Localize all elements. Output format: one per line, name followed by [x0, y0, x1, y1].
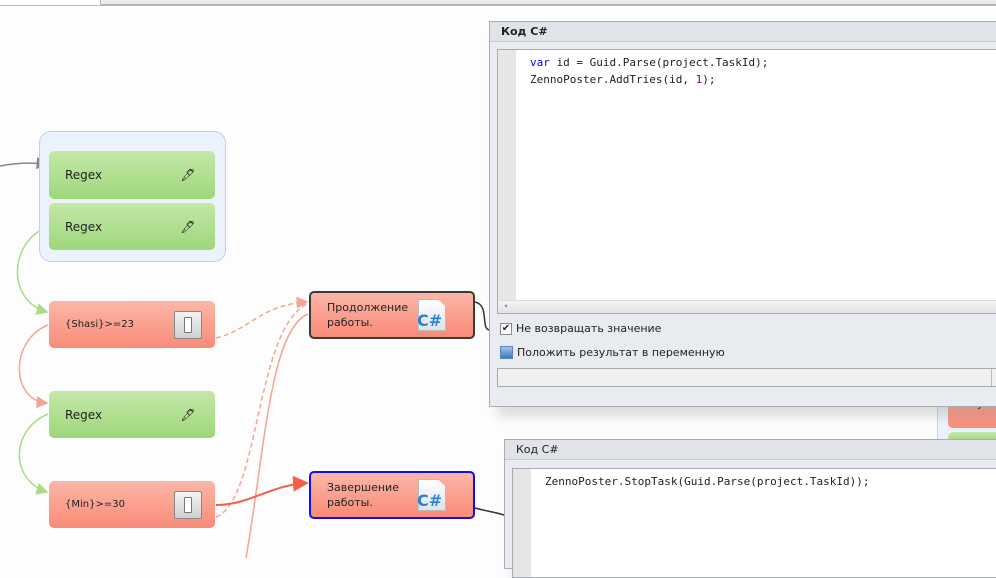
csharp-node-continue[interactable]: Продолжение работы. C#: [309, 291, 475, 339]
connection-shasi-continue: [215, 296, 309, 339]
dialog-title: Код C#: [490, 22, 996, 42]
condition-node-shasi[interactable]: {Shasi}>=23: [49, 301, 215, 348]
put-result-row[interactable]: Положить результат в переменную: [500, 346, 725, 359]
pen-icon: 🖋: [180, 407, 196, 422]
connection-shasi-regex: [18, 324, 49, 409]
connection-continue-loop: [245, 313, 309, 558]
scroll-left-icon[interactable]: ◂: [503, 301, 508, 310]
connection-regex-min: [18, 413, 49, 495]
pen-icon: 🖋: [180, 219, 196, 234]
dialog-title: Код C#: [505, 440, 996, 460]
switch-icon: [173, 490, 203, 520]
connection-finish-dialog: [474, 507, 505, 516]
csharp-code-dialog-2: Код C# ZennoPoster.StopTask(Guid.Parse(p…: [504, 439, 996, 578]
result-variable-field[interactable]: [497, 368, 996, 387]
regex-node[interactable]: Regex 🖋: [49, 203, 215, 250]
csharp-code-dialog: Код C# var id = Guid.Parse(project.TaskI…: [489, 21, 996, 407]
code-text: ZennoPoster.StopTask(Guid.Parse(project.…: [545, 475, 870, 488]
connection-min-finish: [215, 475, 309, 506]
editor-gutter: [513, 469, 531, 577]
csharp-node-finish[interactable]: Завершение работы. C#: [309, 471, 475, 519]
code-editor[interactable]: var id = Guid.Parse(project.TaskId); Zen…: [497, 49, 996, 314]
condition-node-min[interactable]: {Min}>=30: [49, 481, 215, 528]
csharp-file-icon: C#: [417, 479, 447, 511]
regex-node[interactable]: Regex 🖋: [49, 151, 215, 199]
put-result-checkbox[interactable]: [500, 346, 513, 359]
code-editor[interactable]: ZennoPoster.StopTask(Guid.Parse(project.…: [512, 468, 996, 578]
field-dropdown[interactable]: [991, 369, 992, 386]
code-text: var id = Guid.Parse(project.TaskId); Zen…: [530, 56, 769, 86]
no-return-checkbox[interactable]: ✔: [500, 322, 512, 335]
connection-continue-dialog: [474, 301, 491, 331]
pen-icon: 🖋: [180, 168, 196, 182]
switch-icon: [173, 310, 203, 340]
regex-node[interactable]: Regex 🖋: [49, 391, 215, 438]
csharp-file-icon: C#: [417, 299, 447, 331]
no-return-checkbox-row[interactable]: ✔ Не возвращать значение: [500, 322, 661, 335]
horizontal-scrollbar[interactable]: ◂: [498, 300, 996, 313]
editor-gutter: [498, 50, 516, 313]
